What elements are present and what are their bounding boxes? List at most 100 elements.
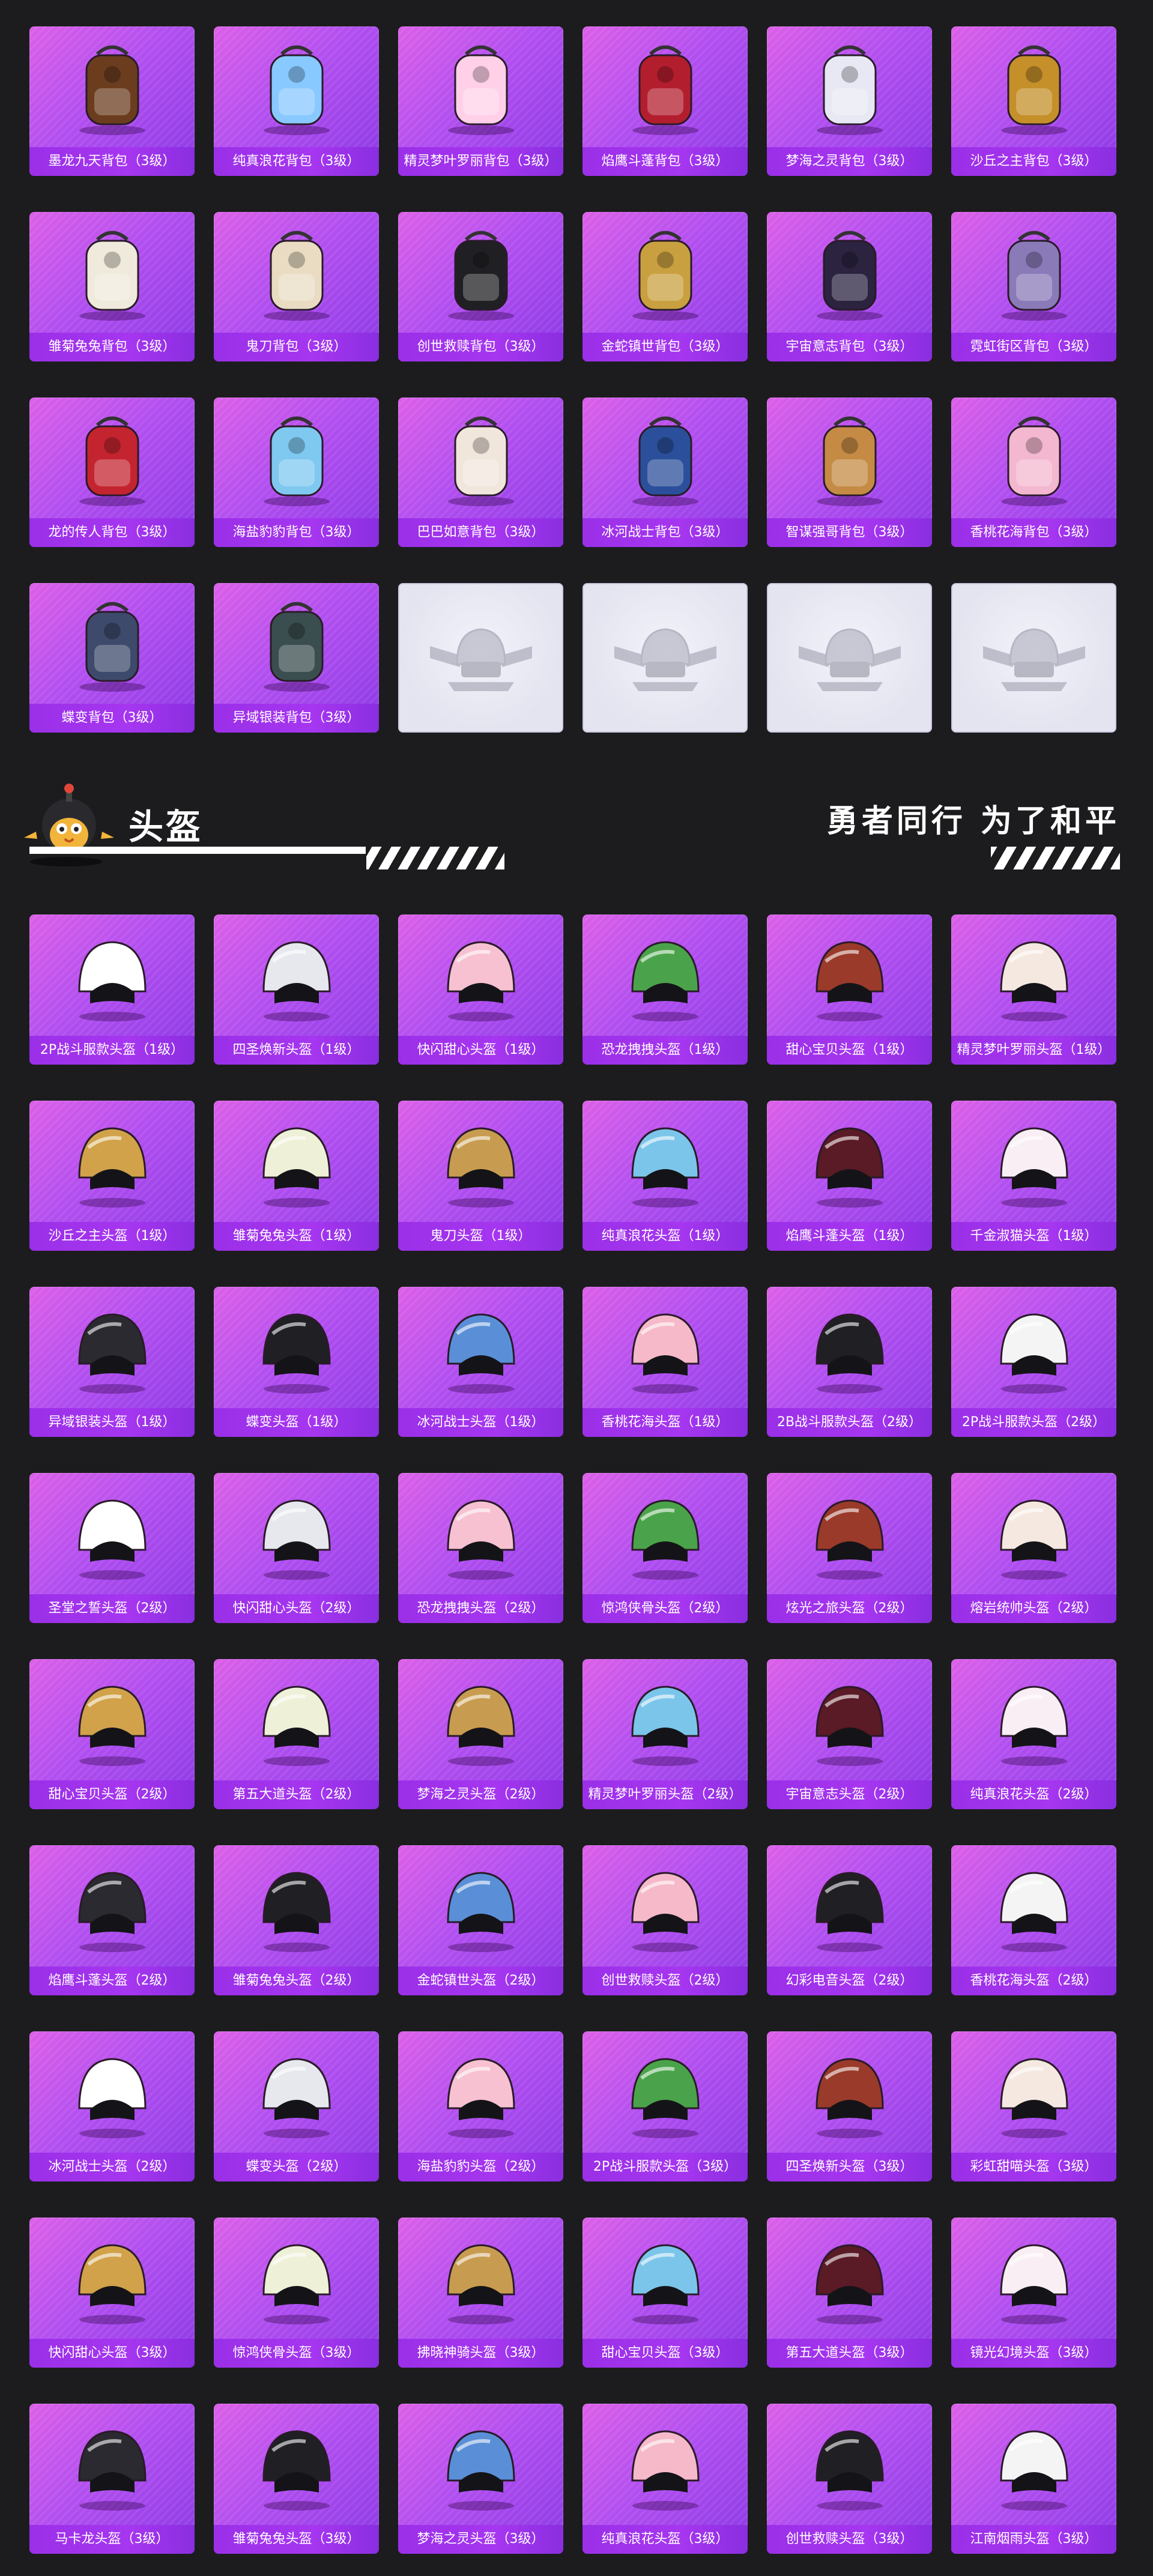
helmet-card[interactable]: 香桃花海头盔（1级）: [583, 1287, 748, 1437]
helmet-card[interactable]: 精灵梦叶罗丽头盔（1级）: [951, 915, 1116, 1065]
backpack-card[interactable]: 冰河战士背包（3级）: [583, 398, 748, 547]
helmet-card[interactable]: 冰河战士头盔（2级）: [29, 2031, 195, 2181]
helmet-card[interactable]: 恐龙拽拽头盔（1级）: [583, 915, 748, 1065]
helmet-card[interactable]: 冰河战士头盔（1级）: [398, 1287, 563, 1437]
helmet-card[interactable]: 异域银装头盔（1级）: [29, 1287, 195, 1437]
empty-slot[interactable]: [767, 583, 932, 733]
helmet-card[interactable]: 蝶变头盔（2级）: [214, 2031, 379, 2181]
helmet-card[interactable]: 甜心宝贝头盔（3级）: [583, 2218, 748, 2368]
dune-backpack-icon: [983, 37, 1085, 139]
helmet-card[interactable]: 纯真浪花头盔（2级）: [951, 1659, 1116, 1809]
helmet-card[interactable]: 创世救赎头盔（3级）: [767, 2404, 932, 2554]
section-underline: [29, 847, 366, 854]
helmet-label: 香桃花海头盔（1级）: [583, 1408, 748, 1437]
helmet-card[interactable]: 梦海之灵头盔（3级）: [398, 2404, 563, 2554]
helmet-icon: [614, 1856, 716, 1958]
helmet-card[interactable]: 彩虹甜喵头盔（3级）: [951, 2031, 1116, 2181]
helmet-card[interactable]: 雏菊兔兔头盔（2级）: [214, 1845, 379, 1995]
helmet-card[interactable]: 2P战斗服款头盔（3级）: [583, 2031, 748, 2181]
backpack-card[interactable]: 香桃花海背包（3级）: [951, 398, 1116, 547]
helmet-icon: [430, 1856, 532, 1958]
helmet-label: 金蛇镇世头盔（2级）: [398, 1967, 563, 1995]
helmet-card[interactable]: 2P战斗服款头盔（1级）: [29, 915, 195, 1065]
helmet-card[interactable]: 2P战斗服款头盔（2级）: [951, 1287, 1116, 1437]
helmet-card[interactable]: 甜心宝贝头盔（2级）: [29, 1659, 195, 1809]
helmet-card[interactable]: 镜光幻境头盔（3级）: [951, 2218, 1116, 2368]
helmet-card[interactable]: 鬼刀头盔（1级）: [398, 1101, 563, 1251]
helmet-card[interactable]: 纯真浪花头盔（1级）: [583, 1101, 748, 1251]
helmet-card[interactable]: 拂晓神骑头盔（3级）: [398, 2218, 563, 2368]
empty-slot[interactable]: [398, 583, 563, 733]
helmet-card[interactable]: 金蛇镇世头盔（2级）: [398, 1845, 563, 1995]
helmet-card[interactable]: 江南烟雨头盔（3级）: [951, 2404, 1116, 2554]
backpack-card[interactable]: 焰鹰斗蓬背包（3级）: [583, 26, 748, 176]
helmet-card[interactable]: 千金淑猫头盔（1级）: [951, 1101, 1116, 1251]
helmet-card[interactable]: 快闪甜心头盔（3级）: [29, 2218, 195, 2368]
helmet-icon: [61, 1856, 163, 1958]
helmet-icon: [246, 2414, 348, 2517]
backpack-card[interactable]: 霓虹街区背包（3级）: [951, 212, 1116, 361]
helmet-card[interactable]: 焰鹰斗蓬头盔（2级）: [29, 1845, 195, 1995]
backpack-card[interactable]: 宇宙意志背包（3级）: [767, 212, 932, 361]
helmet-card[interactable]: 梦海之灵头盔（2级）: [398, 1659, 563, 1809]
backpack-label: 蝶变背包（3级）: [29, 704, 195, 733]
backpack-card[interactable]: 墨龙九天背包（3级）: [29, 26, 195, 176]
helmet-card[interactable]: 2B战斗服款头盔（2级）: [767, 1287, 932, 1437]
helmet-card[interactable]: 海盐豹豹头盔（2级）: [398, 2031, 563, 2181]
helmet-card[interactable]: 雏菊兔兔头盔（1级）: [214, 1101, 379, 1251]
helmet-card[interactable]: 甜心宝贝头盔（1级）: [767, 915, 932, 1065]
empty-slot[interactable]: [951, 583, 1116, 733]
helmet-card[interactable]: 四圣焕新头盔（1级）: [214, 915, 379, 1065]
backpack-card[interactable]: 雏菊兔兔背包（3级）: [29, 212, 195, 361]
helmet-card[interactable]: 炫光之旅头盔（2级）: [767, 1473, 932, 1623]
helmet-label: 马卡龙头盔（3级）: [29, 2525, 195, 2554]
helmet-card[interactable]: 宇宙意志头盔（2级）: [767, 1659, 932, 1809]
helmet-card[interactable]: 圣堂之誓头盔（2级）: [29, 1473, 195, 1623]
helmet-card[interactable]: 恐龙拽拽头盔（2级）: [398, 1473, 563, 1623]
helmet-card[interactable]: 焰鹰斗蓬头盔（1级）: [767, 1101, 932, 1251]
backpack-card[interactable]: 异域银装背包（3级）: [214, 583, 379, 733]
helmet-card[interactable]: 第五大道头盔（2级）: [214, 1659, 379, 1809]
fairy-backpack-icon: [430, 37, 532, 139]
helmet-card[interactable]: 惊鸿侠骨头盔（3级）: [214, 2218, 379, 2368]
helmet-label: 梦海之灵头盔（3级）: [398, 2525, 563, 2554]
helmet-card[interactable]: 快闪甜心头盔（2级）: [214, 1473, 379, 1623]
empty-slot[interactable]: [583, 583, 748, 733]
backpack-label: 鬼刀背包（3级）: [214, 333, 379, 361]
helmet-card[interactable]: 惊鸿侠骨头盔（2级）: [583, 1473, 748, 1623]
helmet-card[interactable]: 幻彩电音头盔（2级）: [767, 1845, 932, 1995]
helmet-card[interactable]: 纯真浪花头盔（3级）: [583, 2404, 748, 2554]
helmet-card[interactable]: 精灵梦叶罗丽头盔（2级）: [583, 1659, 748, 1809]
backpack-card[interactable]: 沙丘之主背包（3级）: [951, 26, 1116, 176]
backpack-card[interactable]: 巴巴如意背包（3级）: [398, 398, 563, 547]
backpack-card[interactable]: 梦海之灵背包（3级）: [767, 26, 932, 176]
backpack-card[interactable]: 创世救赎背包（3级）: [398, 212, 563, 361]
placeholder-emblem-icon: [608, 610, 722, 700]
backpack-label: 异域银装背包（3级）: [214, 704, 379, 733]
helmet-card[interactable]: 蝶变头盔（1级）: [214, 1287, 379, 1437]
wave-backpack-icon: [246, 37, 348, 139]
backpack-card[interactable]: 精灵梦叶罗丽背包（3级）: [398, 26, 563, 176]
helmet-card[interactable]: 雏菊兔兔头盔（3级）: [214, 2404, 379, 2554]
helmet-card[interactable]: 马卡龙头盔（3级）: [29, 2404, 195, 2554]
backpack-card[interactable]: 蝶变背包（3级）: [29, 583, 195, 733]
helmet-card[interactable]: 熔岩统帅头盔（2级）: [951, 1473, 1116, 1623]
helmet-icon: [61, 2042, 163, 2144]
helmet-icon: [246, 2228, 348, 2330]
helmet-card[interactable]: 快闪甜心头盔（1级）: [398, 915, 563, 1065]
backpack-card[interactable]: 金蛇镇世背包（3级）: [583, 212, 748, 361]
helmet-card[interactable]: 四圣焕新头盔（3级）: [767, 2031, 932, 2181]
backpack-label: 巴巴如意背包（3级）: [398, 518, 563, 547]
backpack-card[interactable]: 智谋强哥背包（3级）: [767, 398, 932, 547]
backpack-card[interactable]: 海盐豹豹背包（3级）: [214, 398, 379, 547]
backpack-card[interactable]: 龙的传人背包（3级）: [29, 398, 195, 547]
helmet-icon: [430, 2414, 532, 2517]
helmet-card[interactable]: 沙丘之主头盔（1级）: [29, 1101, 195, 1251]
helmet-card[interactable]: 香桃花海头盔（2级）: [951, 1845, 1116, 1995]
backpack-card[interactable]: 鬼刀背包（3级）: [214, 212, 379, 361]
helmet-card[interactable]: 创世救赎头盔（2级）: [583, 1845, 748, 1995]
helmet-card[interactable]: 第五大道头盔（3级）: [767, 2218, 932, 2368]
backpack-card[interactable]: 纯真浪花背包（3级）: [214, 26, 379, 176]
helmet-icon: [799, 2414, 901, 2517]
helmet-icon: [799, 925, 901, 1027]
